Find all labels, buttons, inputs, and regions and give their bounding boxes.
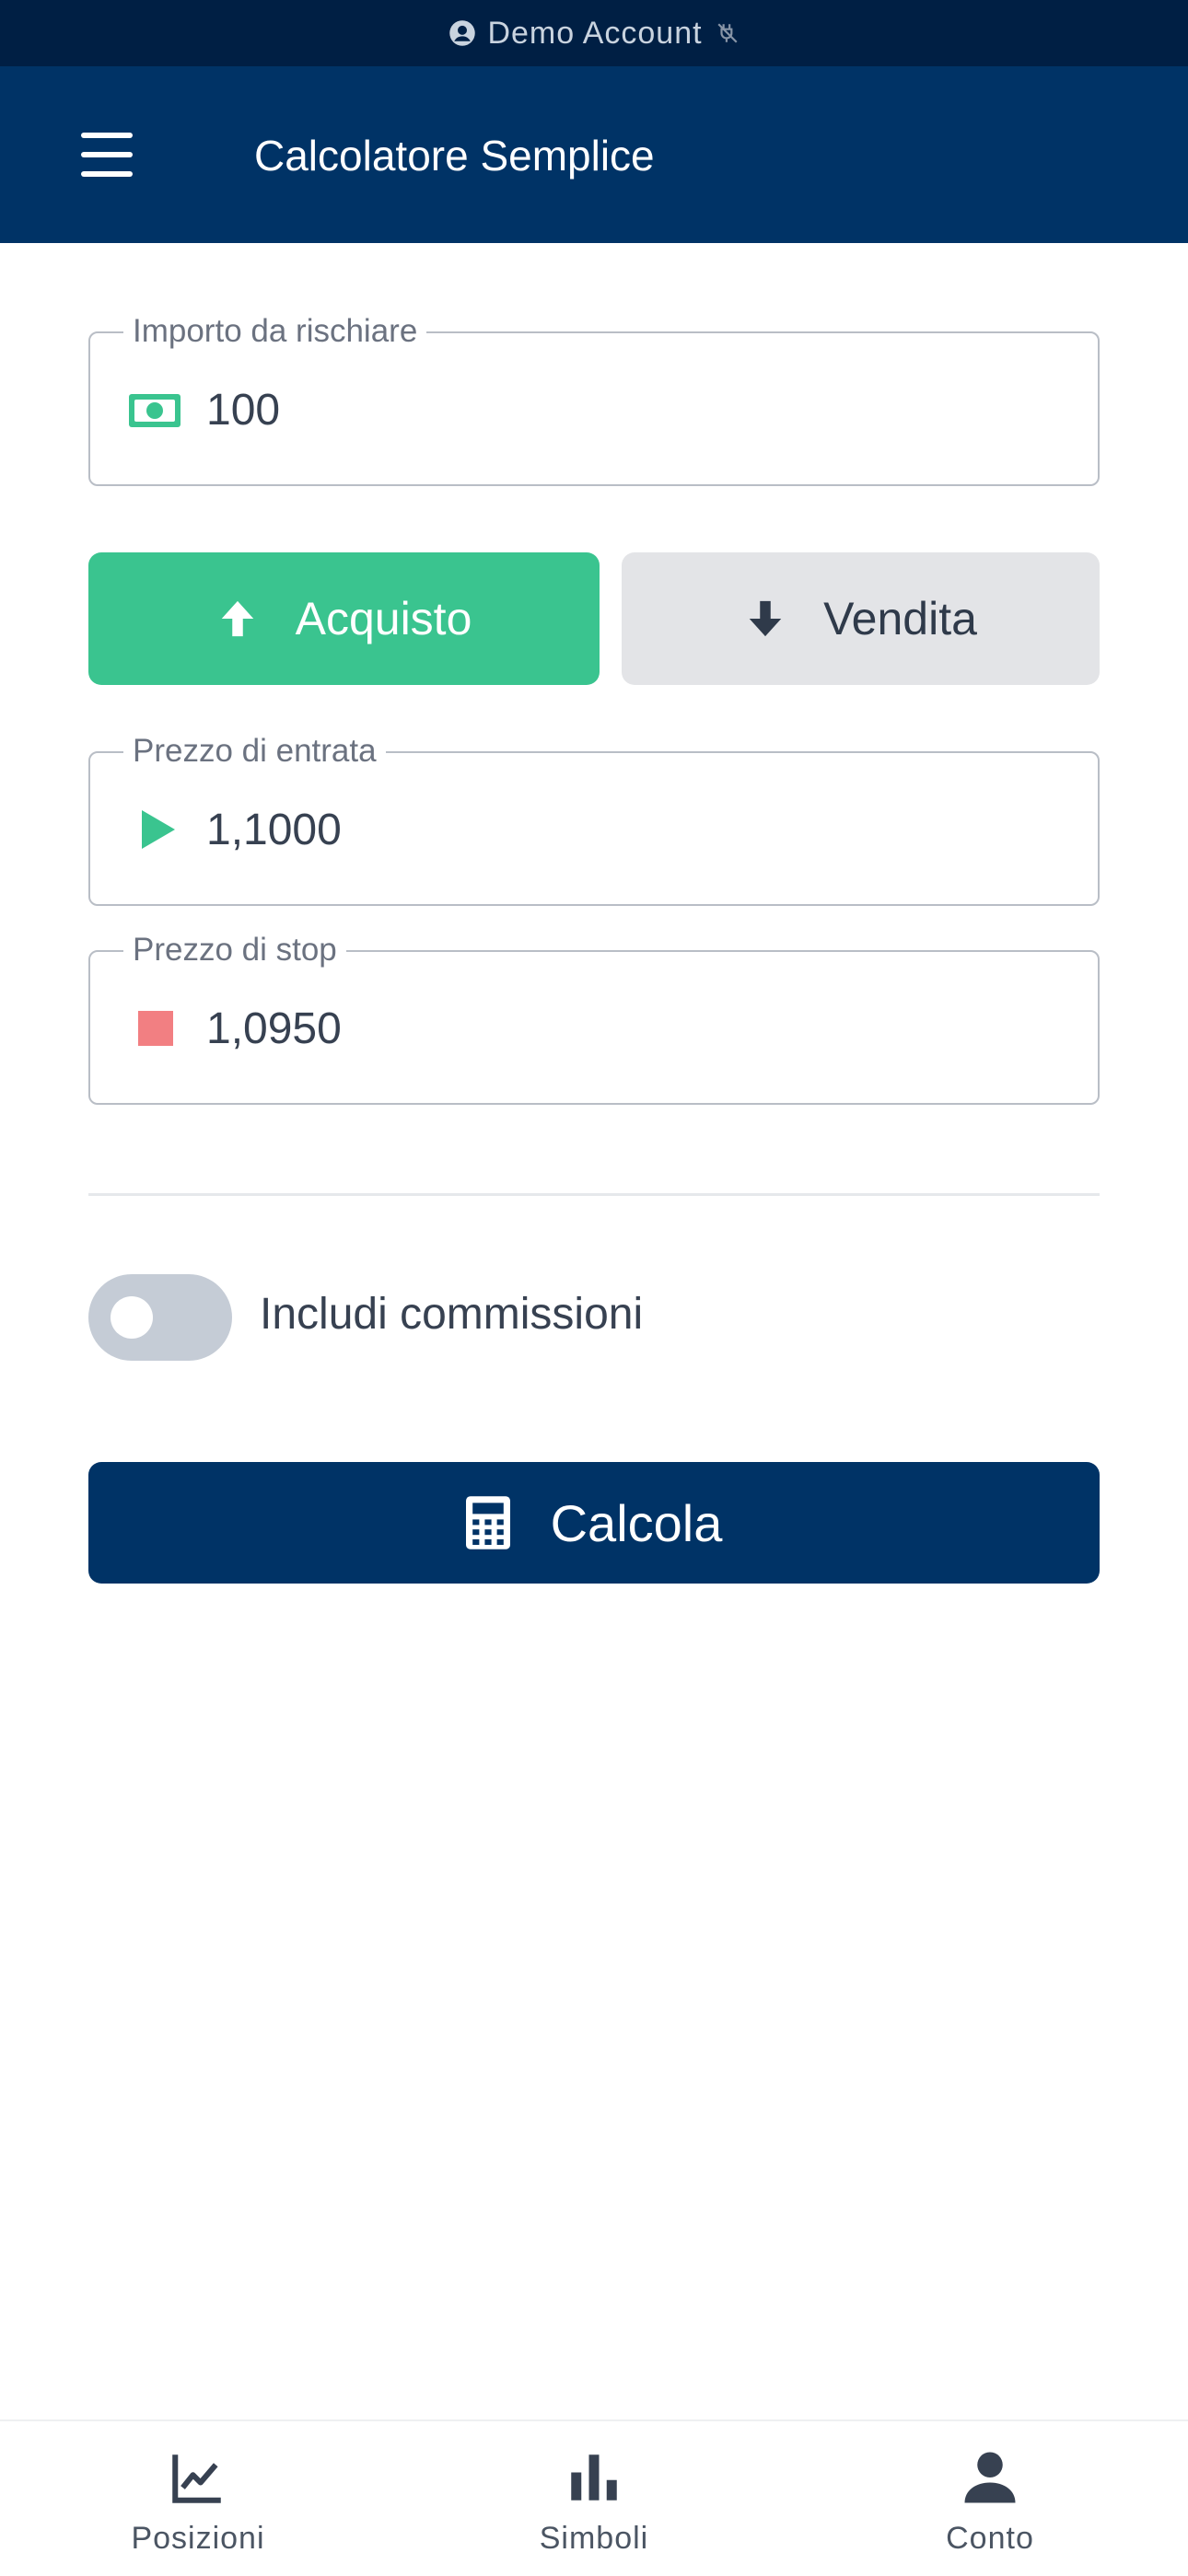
sell-button-label: Vendita xyxy=(823,593,977,644)
buy-button-label: Acquisto xyxy=(295,593,472,644)
entry-price-input[interactable] xyxy=(204,803,1033,858)
nav-label-account: Conto xyxy=(946,2521,1034,2556)
bottom-navigation: Posizioni Simboli Conto xyxy=(0,2419,1188,2574)
calculator-icon xyxy=(465,1496,510,1549)
line-chart-icon xyxy=(172,2454,221,2503)
calculate-button[interactable]: Calcola xyxy=(88,1462,1100,1584)
nav-item-symbols[interactable]: Simboli xyxy=(396,2421,792,2576)
nav-label-symbols: Simboli xyxy=(539,2521,649,2556)
account-label: Demo Account xyxy=(487,15,703,51)
risk-amount-label: Importo da rischiare xyxy=(123,313,427,350)
risk-amount-field[interactable]: Importo da rischiare xyxy=(88,313,1100,486)
bar-chart-icon xyxy=(571,2454,617,2501)
entry-price-field[interactable]: Prezzo di entrata xyxy=(88,733,1100,906)
page-title: Calcolatore Semplice xyxy=(254,132,655,180)
include-fees-label: Includi commissioni xyxy=(260,1290,644,1339)
account-circle-icon xyxy=(449,20,476,46)
arrow-up-icon xyxy=(221,600,253,637)
hamburger-menu-icon[interactable] xyxy=(81,133,138,177)
sell-button[interactable]: Vendita xyxy=(622,552,1100,685)
demo-account-bar: Demo Account xyxy=(0,0,1188,66)
stop-price-field[interactable]: Prezzo di stop xyxy=(88,932,1100,1105)
entry-price-label: Prezzo di entrata xyxy=(123,733,386,770)
nav-item-positions[interactable]: Posizioni xyxy=(0,2421,396,2576)
stop-square-icon xyxy=(138,1011,173,1046)
stop-price-label: Prezzo di stop xyxy=(123,932,346,969)
risk-amount-input[interactable] xyxy=(204,383,1033,438)
play-triangle-icon xyxy=(142,810,175,849)
include-fees-toggle[interactable] xyxy=(88,1274,232,1361)
disconnected-plug-icon xyxy=(717,23,738,43)
stop-price-input[interactable] xyxy=(204,1002,1033,1057)
nav-label-positions: Posizioni xyxy=(131,2521,265,2556)
money-bill-icon xyxy=(129,394,181,427)
app-bar: Calcolatore Semplice xyxy=(0,66,1188,243)
person-icon xyxy=(964,2452,1016,2503)
toggle-knob xyxy=(111,1296,153,1339)
section-divider xyxy=(88,1193,1100,1196)
nav-item-account[interactable]: Conto xyxy=(792,2421,1188,2576)
buy-button[interactable]: Acquisto xyxy=(88,552,600,685)
arrow-down-icon xyxy=(749,600,782,637)
calculate-button-label: Calcola xyxy=(550,1493,723,1552)
